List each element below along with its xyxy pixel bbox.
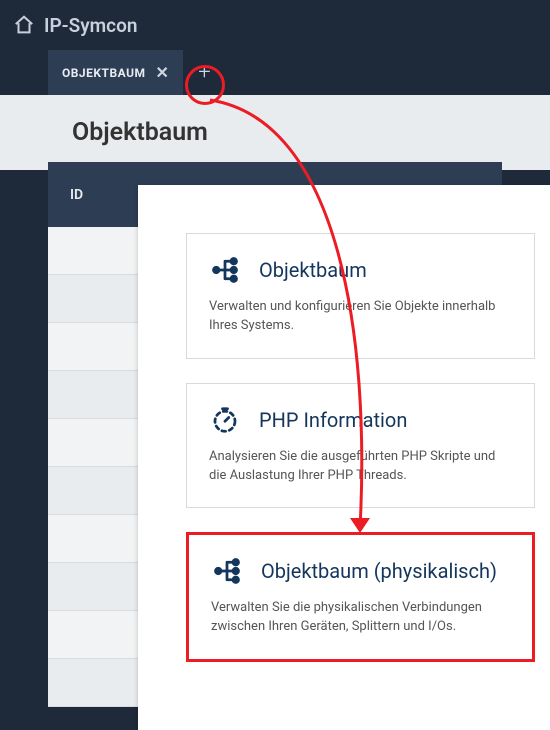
- tree-icon: [211, 555, 243, 587]
- page-title: Objektbaum: [72, 118, 208, 147]
- card-title: Objektbaum (physikalisch): [261, 559, 497, 583]
- column-id: ID: [48, 187, 83, 203]
- tab-objektbaum[interactable]: OBJEKTBAUM ✕: [48, 50, 183, 95]
- card-title: PHP Information: [259, 408, 407, 432]
- card-php-information[interactable]: PHP Information Analysieren Sie die ausg…: [186, 383, 535, 509]
- home-icon: [12, 13, 36, 37]
- plus-icon: +: [198, 60, 210, 85]
- card-description: Analysieren Sie die ausgeführten PHP Skr…: [209, 448, 512, 486]
- page-subheader: Objektbaum: [0, 95, 550, 170]
- app-title: IP-Symcon: [44, 14, 137, 37]
- close-icon[interactable]: ✕: [156, 63, 170, 82]
- tab-label: OBJEKTBAUM: [62, 66, 146, 80]
- app-header: IP-Symcon: [0, 0, 550, 50]
- stopwatch-icon: [209, 404, 241, 436]
- card-objektbaum-physikalisch[interactable]: Objektbaum (physikalisch) Verwalten Sie …: [186, 532, 535, 662]
- card-objektbaum[interactable]: Objektbaum Verwalten und konfigurieren S…: [186, 233, 535, 359]
- card-description: Verwalten Sie die physikalischen Verbind…: [211, 599, 510, 637]
- add-tab-button[interactable]: +: [183, 50, 225, 95]
- add-panel: Objektbaum Verwalten und konfigurieren S…: [138, 185, 550, 730]
- tab-bar: OBJEKTBAUM ✕ +: [0, 50, 550, 95]
- card-description: Verwalten und konfigurieren Sie Objekte …: [209, 298, 512, 336]
- tree-icon: [209, 254, 241, 286]
- card-title: Objektbaum: [259, 258, 367, 282]
